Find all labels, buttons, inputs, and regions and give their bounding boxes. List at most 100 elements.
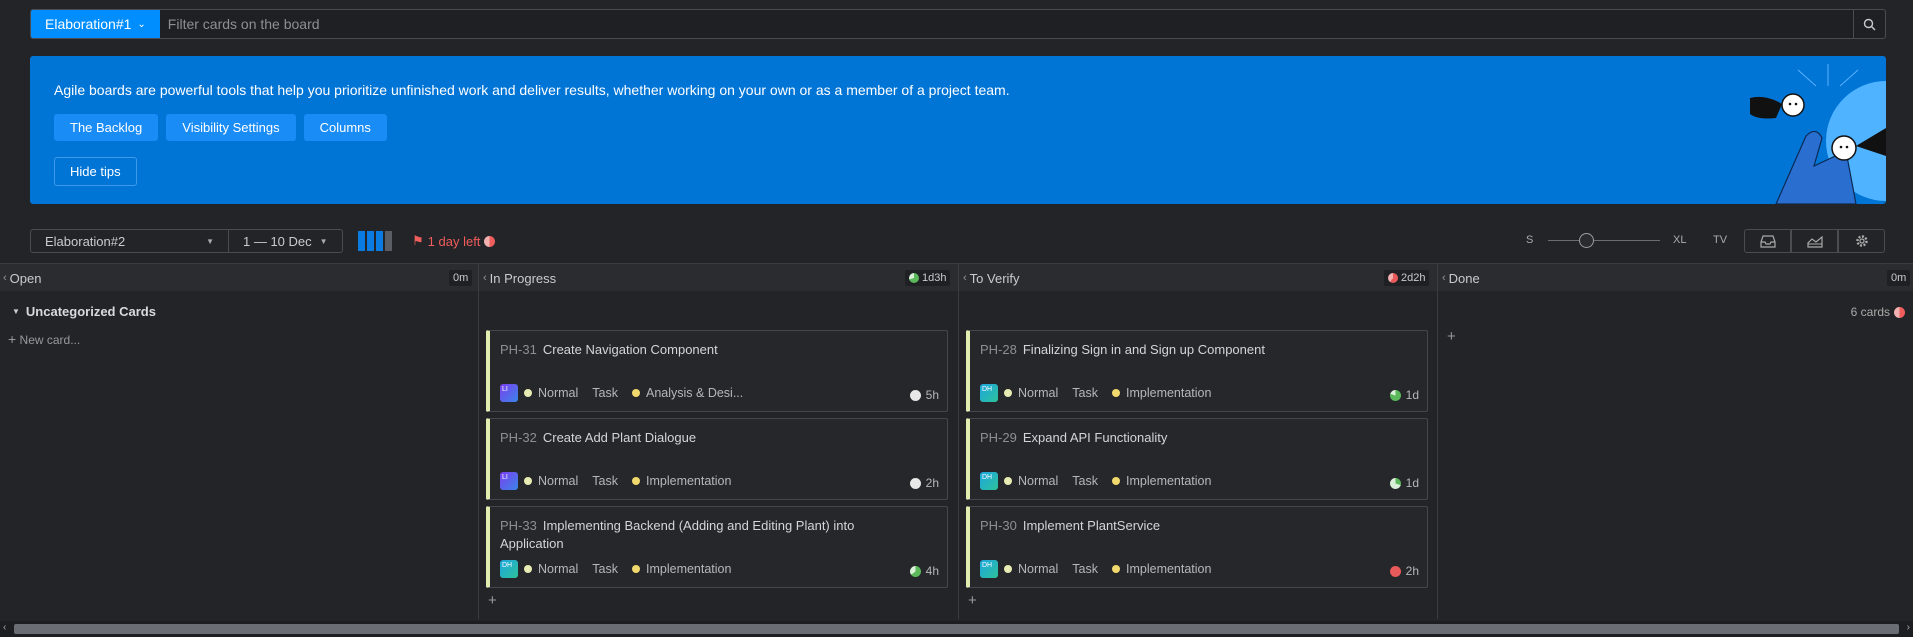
- priority[interactable]: Normal: [1018, 562, 1058, 576]
- column-header-row: ‹ Open 0m ‹ In Progress 1d3h ‹ To Verify…: [0, 263, 1913, 291]
- estimate[interactable]: 2h: [909, 476, 939, 490]
- estimate-pie-icon: [909, 565, 921, 577]
- avatar[interactable]: LI: [500, 472, 518, 490]
- column-divider: [1437, 263, 1438, 619]
- type[interactable]: Task: [592, 562, 618, 576]
- add-card-plus-icon[interactable]: +: [968, 592, 977, 609]
- card-size-slider-handle[interactable]: [1579, 233, 1594, 248]
- card-size-slider[interactable]: [1548, 240, 1660, 241]
- search-input[interactable]: [159, 10, 1853, 38]
- card-ph-33[interactable]: PH-33 Implementing Backend (Adding and Ed…: [486, 506, 948, 588]
- card-ph-31[interactable]: PH-31 Create Navigation Component LI Norm…: [486, 330, 948, 412]
- card-title: PH-30 Implement PlantService: [980, 518, 1161, 533]
- card-ph-30[interactable]: PH-30 Implement PlantService DH Normal Ta…: [966, 506, 1428, 588]
- add-card-plus-icon[interactable]: +: [488, 592, 497, 609]
- swimlane-header[interactable]: ▼ Uncategorized Cards: [12, 304, 156, 319]
- avatar[interactable]: DH: [980, 384, 998, 402]
- card-title: PH-32 Create Add Plant Dialogue: [500, 430, 697, 445]
- board-toolbar: Elaboration#2 ▼ 1 — 10 Dec ▼ ⚑ 1 day lef…: [30, 229, 1886, 253]
- avatar[interactable]: LI: [500, 384, 518, 402]
- priority-dot-icon: [524, 389, 532, 397]
- priority[interactable]: Normal: [1018, 386, 1058, 400]
- card-ph-29[interactable]: PH-29 Expand API Functionality DH Normal …: [966, 418, 1428, 500]
- inbox-button[interactable]: [1744, 229, 1791, 253]
- card-title: PH-29 Expand API Functionality: [980, 430, 1168, 445]
- state[interactable]: Analysis & Desi...: [646, 386, 743, 400]
- hide-tips-button[interactable]: Hide tips: [54, 157, 137, 186]
- column-time: 1d3h: [905, 270, 951, 286]
- priority[interactable]: Normal: [538, 386, 578, 400]
- visibility-settings-button[interactable]: Visibility Settings: [166, 114, 296, 141]
- column-name: In Progress: [489, 270, 557, 286]
- estimate[interactable]: 4h: [909, 564, 939, 578]
- cards-count: 6 cards: [1851, 305, 1905, 319]
- state-dot-icon: [1112, 389, 1120, 397]
- tv-mode-label[interactable]: TV: [1713, 234, 1727, 246]
- search-icon: [1863, 18, 1876, 30]
- settings-button[interactable]: [1838, 229, 1885, 253]
- caret-down-icon: ▼: [206, 236, 214, 246]
- estimate-pie-icon: [1389, 565, 1401, 577]
- estimate[interactable]: 5h: [909, 388, 939, 402]
- type[interactable]: Task: [592, 474, 618, 488]
- card-title: PH-31 Create Navigation Component: [500, 342, 718, 357]
- banner-illustration: [1750, 64, 1886, 204]
- column-header-open[interactable]: ‹ Open: [3, 264, 41, 292]
- progress-pie-icon: [484, 235, 496, 247]
- type[interactable]: Task: [1072, 474, 1098, 488]
- priority[interactable]: Normal: [1018, 474, 1058, 488]
- days-left-text: 1 day left: [427, 233, 481, 249]
- collapse-triangle-icon: ▼: [12, 307, 20, 316]
- type[interactable]: Task: [1072, 386, 1098, 400]
- progress-pie-icon: [909, 273, 919, 283]
- state[interactable]: Implementation: [646, 562, 731, 576]
- estimate[interactable]: 1d: [1389, 388, 1419, 402]
- priority-dot-icon: [1004, 565, 1012, 573]
- column-time: 0m: [1887, 270, 1911, 286]
- priority[interactable]: Normal: [538, 562, 578, 576]
- collapse-left-icon: ‹: [963, 272, 967, 284]
- new-card-button[interactable]: + New card...: [8, 331, 80, 347]
- column-divider: [958, 263, 959, 619]
- estimate[interactable]: 2h: [1389, 564, 1419, 578]
- estimate-pie-icon: [1389, 389, 1401, 401]
- chevron-down-icon: ⌄: [137, 18, 146, 30]
- state[interactable]: Implementation: [646, 474, 731, 488]
- search-button[interactable]: [1853, 10, 1885, 38]
- card-ph-32[interactable]: PH-32 Create Add Plant Dialogue LI Normal…: [486, 418, 948, 500]
- estimate-pie-icon: [909, 477, 921, 489]
- scrollbar-thumb[interactable]: [14, 624, 1899, 634]
- column-header-to-verify[interactable]: ‹ To Verify: [963, 264, 1020, 292]
- avatar[interactable]: DH: [980, 472, 998, 490]
- chart-button[interactable]: [1791, 229, 1838, 253]
- state-dot-icon: [632, 389, 640, 397]
- avatar[interactable]: DH: [980, 560, 998, 578]
- state-dot-icon: [1112, 565, 1120, 573]
- type[interactable]: Task: [592, 386, 618, 400]
- card-title: PH-28 Finalizing Sign in and Sign up Comp…: [980, 342, 1265, 357]
- board-selector[interactable]: Elaboration#1 ⌄: [31, 10, 160, 38]
- state[interactable]: Implementation: [1126, 474, 1211, 488]
- state[interactable]: Implementation: [1126, 386, 1211, 400]
- sprint-dates-selector[interactable]: 1 — 10 Dec ▼: [228, 229, 343, 253]
- columns-button[interactable]: Columns: [303, 114, 387, 141]
- avatar[interactable]: DH: [500, 560, 518, 578]
- tips-banner: Agile boards are powerful tools that hel…: [30, 56, 1886, 204]
- backlog-button[interactable]: The Backlog: [54, 114, 159, 141]
- scroll-right-icon[interactable]: ›: [1907, 622, 1910, 633]
- card-ph-28[interactable]: PH-28 Finalizing Sign in and Sign up Comp…: [966, 330, 1428, 412]
- state[interactable]: Implementation: [1126, 562, 1211, 576]
- scroll-left-icon[interactable]: ‹: [3, 622, 6, 633]
- collapse-left-icon: ‹: [483, 272, 487, 284]
- horizontal-scrollbar[interactable]: ‹ ›: [0, 621, 1913, 637]
- add-card-plus-icon[interactable]: +: [1447, 328, 1456, 345]
- priority[interactable]: Normal: [538, 474, 578, 488]
- column-header-in-progress[interactable]: ‹ In Progress: [483, 264, 556, 292]
- sprint-selector[interactable]: Elaboration#2 ▼: [30, 229, 229, 253]
- column-header-done[interactable]: ‹ Done: [1442, 264, 1480, 292]
- estimate[interactable]: 1d: [1389, 476, 1419, 490]
- tips-text: Agile boards are powerful tools that hel…: [54, 82, 1010, 98]
- type[interactable]: Task: [1072, 562, 1098, 576]
- flag-icon: ⚑: [412, 233, 424, 248]
- burndown-chart-icon[interactable]: [358, 231, 392, 251]
